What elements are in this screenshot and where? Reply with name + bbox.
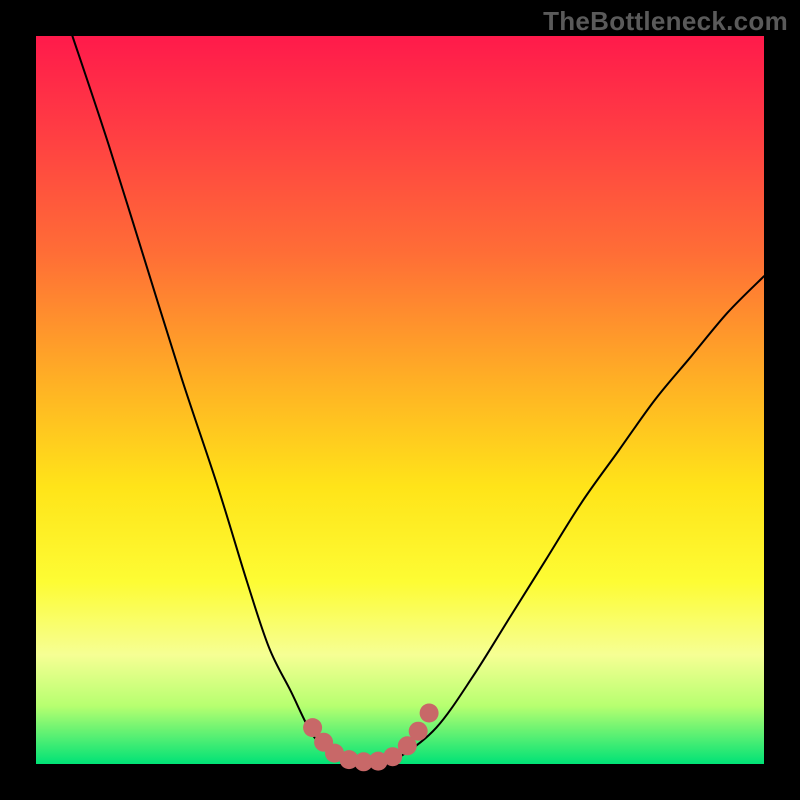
bottleneck-curve bbox=[72, 36, 764, 765]
curve-svg bbox=[36, 36, 764, 764]
chart-frame: TheBottleneck.com bbox=[0, 0, 800, 800]
watermark-text: TheBottleneck.com bbox=[543, 6, 788, 37]
highlight-marker bbox=[420, 704, 439, 723]
plot-area bbox=[36, 36, 764, 764]
highlight-markers bbox=[303, 704, 439, 772]
highlight-marker bbox=[409, 722, 428, 741]
